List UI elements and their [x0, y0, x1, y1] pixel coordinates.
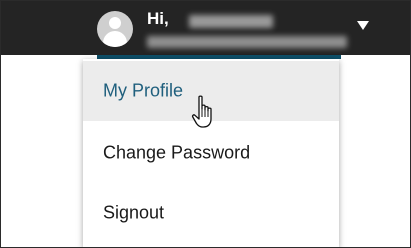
menu-item-label: Change Password [103, 142, 251, 163]
user-avatar-icon [97, 11, 133, 47]
redacted-user-name [189, 13, 273, 29]
top-bar: Hi, [1, 1, 410, 55]
menu-item-change-password[interactable]: Change Password [83, 123, 339, 183]
caret-down-icon[interactable] [357, 21, 369, 30]
menu-item-label: Signout [103, 202, 165, 223]
redaction-blur [147, 35, 347, 48]
avatar-head [109, 17, 121, 29]
greeting-text: Hi, [147, 9, 169, 28]
hand-pointer-icon [191, 95, 212, 128]
redaction-blur [189, 15, 273, 29]
avatar-shoulders [103, 31, 127, 47]
menu-item-label: My Profile [103, 80, 184, 101]
user-dropdown-menu: My Profile Change Password Signout [83, 59, 339, 247]
redacted-user-org [147, 33, 347, 48]
user-menu-trigger[interactable]: Hi, [97, 7, 377, 53]
screenshot-frame: Hi, My Profile Change Password Signout [0, 0, 411, 248]
menu-item-signout[interactable]: Signout [83, 183, 339, 243]
